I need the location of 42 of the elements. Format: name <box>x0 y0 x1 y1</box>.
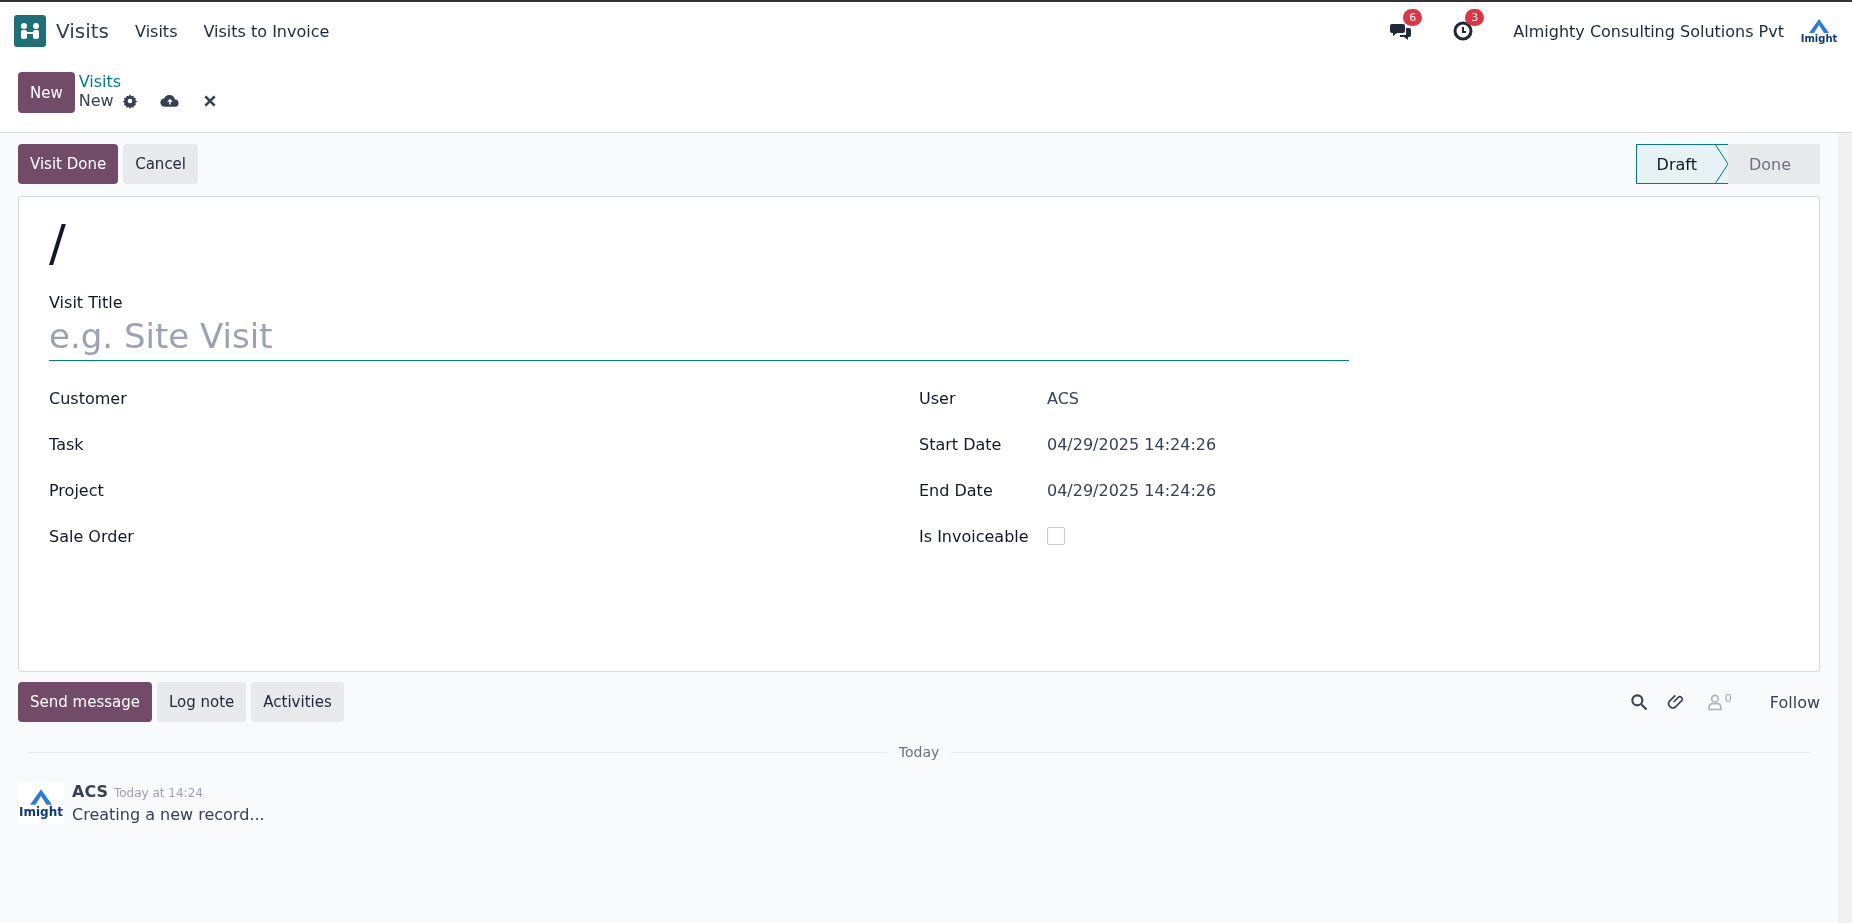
follower-count: 0 <box>1724 692 1732 705</box>
field-label: Customer <box>49 388 128 408</box>
chatter-button[interactable]: Log note <box>156 682 247 722</box>
field-label: Visit Title <box>49 293 123 312</box>
follow-link[interactable]: Follow <box>1769 692 1820 712</box>
company-name[interactable]: Almighty Consulting Solutions Pvt <box>1513 21 1784 41</box>
field-label: Sale Order <box>49 526 135 546</box>
record-name: / <box>49 213 66 273</box>
field-value[interactable]: 04/29/2025 14:24:26 <box>1047 480 1217 500</box>
menu-item[interactable]: Visits <box>135 21 178 41</box>
app-name[interactable]: Visits <box>56 19 110 43</box>
checkbox[interactable] <box>1047 527 1065 545</box>
menu-item[interactable]: Visits to Invoice <box>203 21 330 41</box>
message-count-badge: 6 <box>1403 9 1423 26</box>
new-button[interactable]: New <box>18 72 75 113</box>
chatter-button[interactable]: Send message <box>18 682 152 722</box>
company-logo[interactable]: Imight <box>1800 18 1838 44</box>
chatter-button[interactable]: Activities <box>251 682 344 722</box>
field-label: User <box>919 388 957 408</box>
date-separator: Today <box>886 744 952 760</box>
breadcrumb-link[interactable]: Visits <box>78 72 232 91</box>
message-text: Creating a new record... <box>72 805 265 824</box>
message-author: ACS <box>72 782 108 801</box>
cloud-upload-icon[interactable] <box>159 92 180 109</box>
status-action-button[interactable]: Visit Done <box>18 144 119 184</box>
gear-icon[interactable] <box>121 92 138 109</box>
avatar-logo: Imight <box>18 782 64 824</box>
stage-button[interactable]: Draft <box>1635 144 1728 184</box>
field-value[interactable]: 04/29/2025 14:24:26 <box>1047 434 1217 454</box>
message-time: Today at 14:24 <box>113 786 203 800</box>
field-label: Project <box>49 480 105 500</box>
field-label: Start Date <box>919 434 1003 454</box>
field-label: End Date <box>919 480 994 500</box>
status-action-button[interactable]: Cancel <box>123 144 199 184</box>
field-label: Task <box>49 434 85 454</box>
search-icon[interactable] <box>1628 692 1649 712</box>
activity-count-badge: 3 <box>1465 9 1485 26</box>
chevron-icon <box>1714 144 1729 184</box>
field-label: Is Invoiceable <box>919 526 1030 546</box>
field-value[interactable]: ACS <box>1047 388 1079 408</box>
breadcrumb-current: New <box>78 91 114 110</box>
people-app-icon[interactable] <box>14 15 46 47</box>
